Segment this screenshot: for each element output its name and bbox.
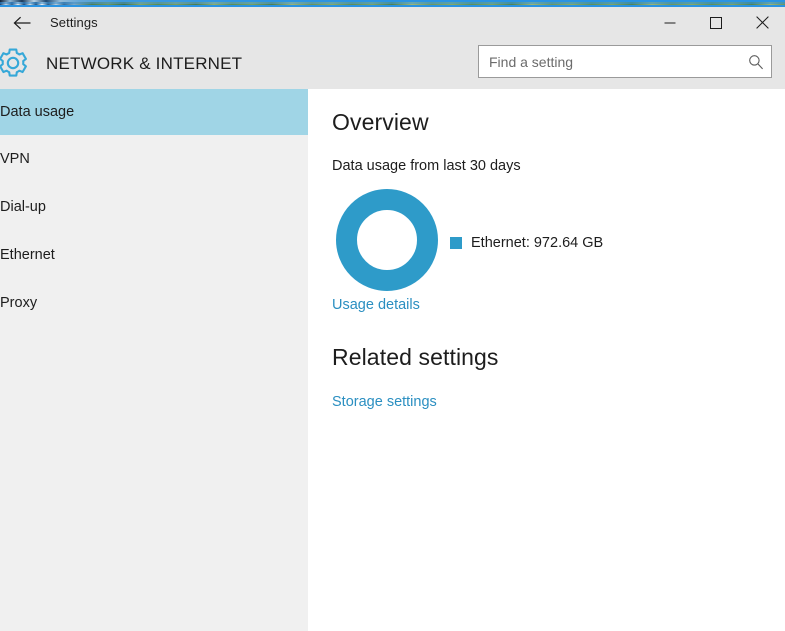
window-title: Settings <box>50 15 98 30</box>
data-usage-donut-chart <box>336 189 438 291</box>
minimize-button[interactable] <box>647 7 693 38</box>
sidebar-item-label: Proxy <box>0 295 38 311</box>
main-content: Overview Data usage from last 30 days Et… <box>308 89 785 631</box>
related-settings-heading: Related settings <box>332 344 499 370</box>
storage-settings-link[interactable]: Storage settings <box>332 394 437 410</box>
title-bar: Settings <box>0 7 785 38</box>
search-icon[interactable] <box>741 54 771 70</box>
search-box[interactable] <box>478 45 772 78</box>
sidebar-item-vpn[interactable]: VPN <box>0 135 308 183</box>
sidebar-navigation[interactable]: Data usage VPN Dial-up Ethernet Proxy <box>0 89 308 631</box>
legend-color-swatch <box>450 237 462 249</box>
maximize-button[interactable] <box>693 7 739 38</box>
chart-legend: Ethernet: 972.64 GB <box>450 235 603 251</box>
search-input[interactable] <box>479 46 741 77</box>
sidebar-item-data-usage[interactable]: Data usage <box>0 89 308 135</box>
close-icon <box>755 16 769 29</box>
sidebar-item-label: Dial-up <box>0 199 46 215</box>
back-arrow-icon <box>13 16 33 30</box>
settings-window: Settings NETWORK & INTERNET Find a setti… <box>0 5 785 631</box>
gear-icon <box>0 46 30 80</box>
category-header: NETWORK & INTERNET <box>0 38 785 89</box>
sidebar-item-label: Ethernet <box>0 247 55 263</box>
sidebar-item-ethernet[interactable]: Ethernet <box>0 231 308 279</box>
maximize-icon <box>710 16 722 29</box>
sidebar-item-proxy[interactable]: Proxy <box>0 279 308 327</box>
back-button[interactable] <box>2 7 44 38</box>
sidebar-item-dial-up[interactable]: Dial-up <box>0 183 308 231</box>
wallpaper-accent-band <box>0 2 785 4</box>
overview-subtitle: Data usage from last 30 days <box>332 158 521 174</box>
page-title: NETWORK & INTERNET <box>46 54 243 73</box>
close-button[interactable] <box>739 7 785 38</box>
overview-heading: Overview <box>332 109 429 135</box>
minimize-icon <box>664 17 676 29</box>
legend-label: Ethernet: 972.64 GB <box>471 235 604 251</box>
sidebar-item-label: Data usage <box>0 104 75 120</box>
sidebar-item-label: VPN <box>0 151 30 167</box>
usage-details-link[interactable]: Usage details <box>332 297 420 313</box>
